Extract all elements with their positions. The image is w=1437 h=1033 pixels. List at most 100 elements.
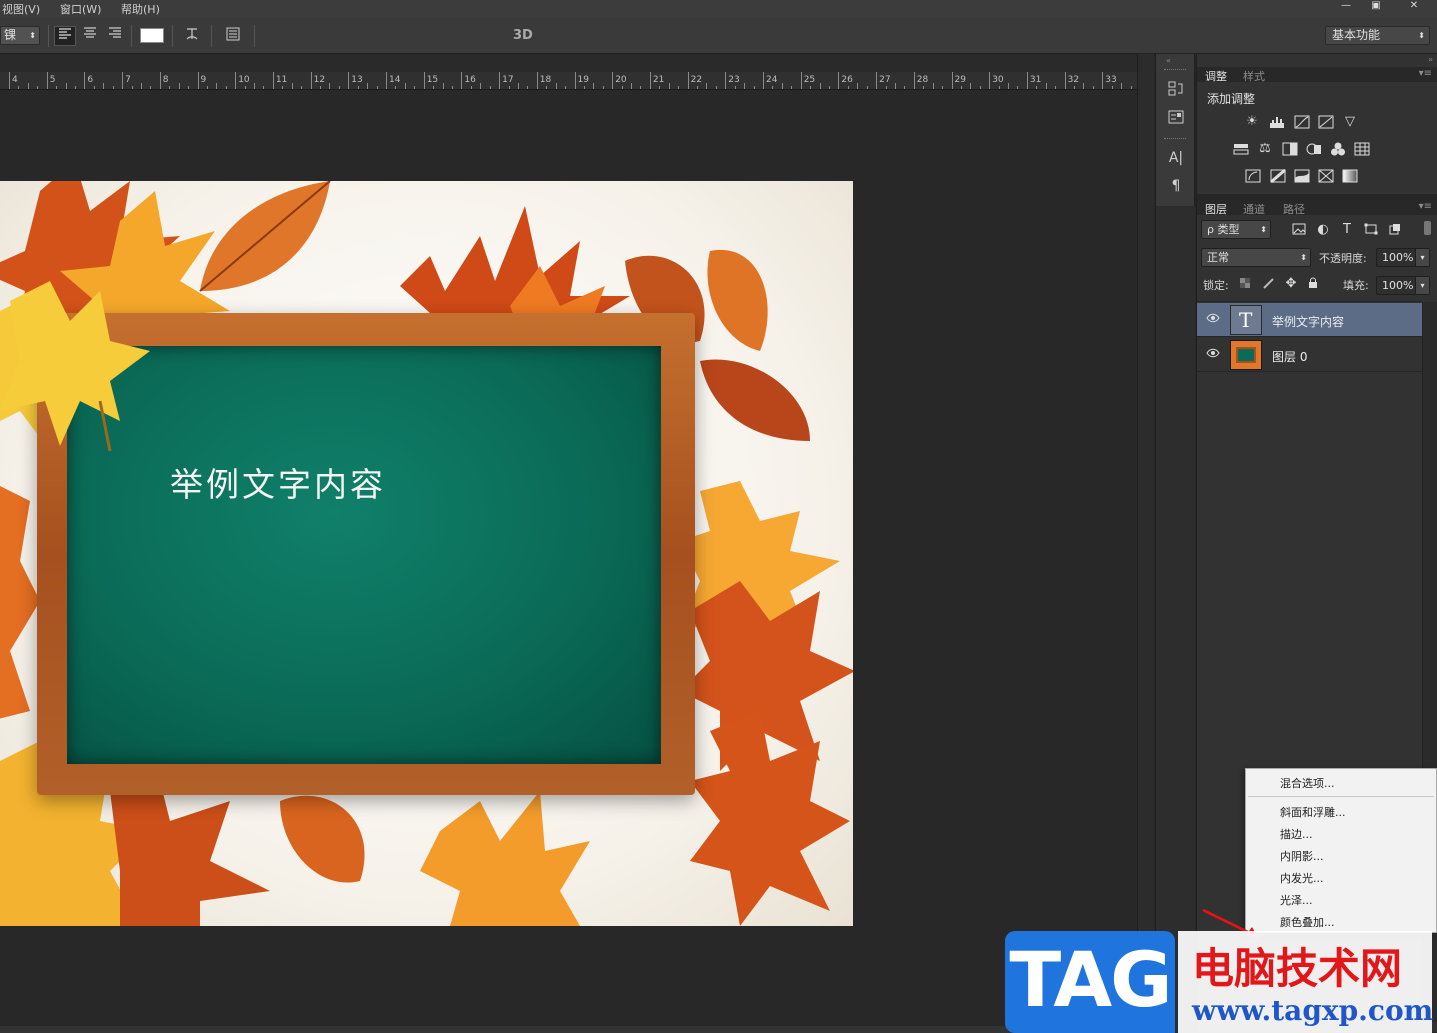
invert-icon[interactable] bbox=[1245, 169, 1261, 183]
curves-icon[interactable] bbox=[1294, 115, 1310, 129]
menu-help[interactable]: 帮助(H) bbox=[121, 1, 160, 17]
updown-arrows-icon: ⬍ bbox=[1418, 31, 1425, 40]
menu-item-blending-options[interactable]: 混合选项... bbox=[1280, 775, 1335, 791]
lock-image-pixels-icon[interactable] bbox=[1261, 277, 1277, 291]
history-icon[interactable] bbox=[1167, 80, 1185, 98]
menu-item-inner-glow[interactable]: 内发光... bbox=[1280, 870, 1324, 886]
warp-text-button[interactable] bbox=[181, 26, 203, 46]
ruler-minor-tick bbox=[781, 83, 783, 89]
layer-name[interactable]: 图层 0 bbox=[1272, 348, 1307, 365]
brightness-contrast-icon[interactable]: ☀ bbox=[1244, 115, 1260, 129]
threshold-icon[interactable] bbox=[1294, 169, 1310, 183]
tab-layers[interactable]: 图层 bbox=[1205, 201, 1227, 217]
color-balance-icon[interactable]: ⚖ bbox=[1257, 142, 1273, 156]
channel-mixer-icon[interactable] bbox=[1330, 142, 1346, 156]
ruler-minor-tick bbox=[329, 83, 331, 89]
filter-shape-icon[interactable] bbox=[1363, 223, 1379, 237]
font-size-select[interactable]: 锞 ⬍ bbox=[0, 26, 40, 45]
filter-adjustment-icon[interactable]: ◐ bbox=[1315, 223, 1331, 237]
updown-arrows-icon: ⬍ bbox=[1300, 253, 1307, 262]
ruler-minor-tick bbox=[320, 86, 322, 89]
menu-item-stroke[interactable]: 描边... bbox=[1280, 826, 1313, 842]
layer-filter-kind-select[interactable]: ρ 类型 ⬍ bbox=[1201, 220, 1271, 239]
text-color-swatch[interactable] bbox=[140, 28, 164, 43]
menu-item-inner-shadow[interactable]: 内阴影... bbox=[1280, 848, 1324, 864]
fill-input[interactable]: 100% ▾ bbox=[1376, 276, 1430, 295]
layer-row-image[interactable]: 图层 0 bbox=[1197, 338, 1422, 372]
ruler-minor-tick bbox=[178, 83, 180, 89]
panel-menu-icon[interactable]: ▾≡ bbox=[1419, 201, 1432, 212]
lock-all-icon[interactable] bbox=[1305, 277, 1321, 291]
ruler-minor-tick bbox=[1036, 86, 1038, 89]
ruler-tick-label: 20 bbox=[615, 75, 627, 85]
menu-item-bevel-emboss[interactable]: 斜面和浮雕... bbox=[1280, 804, 1346, 820]
ruler-minor-tick bbox=[894, 83, 896, 89]
menu-window[interactable]: 窗口(W) bbox=[60, 1, 101, 17]
blend-mode-select[interactable]: 正常 ⬍ bbox=[1201, 248, 1311, 267]
dropdown-arrow-icon[interactable]: ▾ bbox=[1415, 249, 1429, 266]
ruler-minor-tick bbox=[1111, 86, 1113, 89]
tab-styles[interactable]: 样式 bbox=[1243, 68, 1265, 84]
align-center-button[interactable] bbox=[79, 26, 101, 46]
close-button[interactable]: ✕ bbox=[1391, 0, 1437, 14]
visibility-eye-icon[interactable] bbox=[1206, 348, 1220, 361]
ruler-tick-label: 33 bbox=[1105, 75, 1117, 85]
selective-color-icon[interactable] bbox=[1318, 169, 1334, 183]
visibility-eye-icon[interactable] bbox=[1206, 313, 1220, 326]
menu-item-color-overlay[interactable]: 颜色叠加... bbox=[1280, 914, 1335, 930]
ruler-tick-label: 30 bbox=[992, 75, 1004, 85]
collapse-dock-icon[interactable]: » bbox=[1428, 55, 1433, 64]
collapse-arrows-icon[interactable]: « bbox=[1166, 56, 1171, 65]
filter-pixel-icon[interactable] bbox=[1291, 223, 1307, 237]
workspace-select[interactable]: 基本功能 ⬍ bbox=[1325, 26, 1430, 45]
document-canvas[interactable]: 举例文字内容 bbox=[0, 181, 853, 926]
black-white-icon[interactable] bbox=[1282, 142, 1298, 156]
menu-view[interactable]: 视图(V) bbox=[2, 1, 40, 17]
dropdown-arrow-icon[interactable]: ▾ bbox=[1415, 277, 1429, 294]
options-bar: 锞 ⬍ 3D 基本功能 ⬍ bbox=[0, 17, 1437, 54]
character-icon[interactable]: A| bbox=[1167, 149, 1185, 167]
vibrance-icon[interactable]: ▽ bbox=[1342, 115, 1358, 129]
tab-paths[interactable]: 路径 bbox=[1283, 201, 1305, 217]
restore-button[interactable]: ▣ bbox=[1361, 0, 1391, 14]
vertical-scrollbar[interactable] bbox=[1137, 54, 1154, 1032]
align-right-button[interactable] bbox=[104, 26, 126, 46]
color-lookup-icon[interactable] bbox=[1354, 142, 1370, 156]
ruler-minor-tick bbox=[904, 86, 906, 89]
filter-type-icon[interactable]: T bbox=[1339, 223, 1355, 237]
exposure-icon[interactable] bbox=[1318, 115, 1334, 129]
grip-icon[interactable] bbox=[1164, 69, 1186, 71]
autumn-leaf-top bbox=[199, 181, 331, 292]
grip-icon[interactable] bbox=[1164, 138, 1186, 140]
panel-menu-icon[interactable]: ▾≡ bbox=[1419, 68, 1432, 79]
align-left-button[interactable] bbox=[54, 26, 76, 46]
properties-icon[interactable] bbox=[1167, 108, 1185, 126]
layer-row-text[interactable]: T 举例文字内容 bbox=[1197, 303, 1422, 337]
tab-channels[interactable]: 通道 bbox=[1243, 201, 1265, 217]
watermark-url: www.tagxp.com bbox=[1192, 994, 1434, 1027]
character-panel-button[interactable] bbox=[222, 26, 244, 46]
gradient-map-icon[interactable] bbox=[1342, 169, 1358, 183]
paragraph-icon[interactable]: ¶ bbox=[1167, 177, 1185, 195]
lock-transparent-pixels-icon[interactable] bbox=[1237, 277, 1253, 291]
align-left-icon bbox=[59, 28, 71, 39]
menu-item-satin[interactable]: 光泽... bbox=[1280, 892, 1313, 908]
filter-toggle-switch[interactable] bbox=[1424, 221, 1431, 235]
filter-smart-object-icon[interactable] bbox=[1387, 223, 1403, 237]
levels-icon[interactable] bbox=[1269, 115, 1285, 129]
lock-position-icon[interactable]: ✥ bbox=[1283, 277, 1299, 291]
canvas-text-layer[interactable]: 举例文字内容 bbox=[170, 458, 386, 506]
horizontal-scrollbar[interactable] bbox=[0, 1026, 1137, 1033]
ruler-major-tick bbox=[612, 72, 614, 89]
3d-mode-label[interactable]: 3D bbox=[513, 28, 533, 43]
ruler-major-tick bbox=[197, 72, 199, 89]
minimize-button[interactable]: — bbox=[1331, 0, 1361, 14]
photo-filter-icon[interactable] bbox=[1306, 142, 1322, 156]
opacity-input[interactable]: 100% ▾ bbox=[1376, 248, 1430, 267]
tab-adjustments[interactable]: 调整 bbox=[1205, 68, 1227, 84]
ruler-minor-tick bbox=[621, 86, 623, 89]
ruler-minor-tick bbox=[640, 86, 642, 89]
posterize-icon[interactable] bbox=[1270, 168, 1286, 184]
layer-name[interactable]: 举例文字内容 bbox=[1272, 313, 1344, 330]
hue-saturation-icon[interactable] bbox=[1233, 142, 1249, 156]
